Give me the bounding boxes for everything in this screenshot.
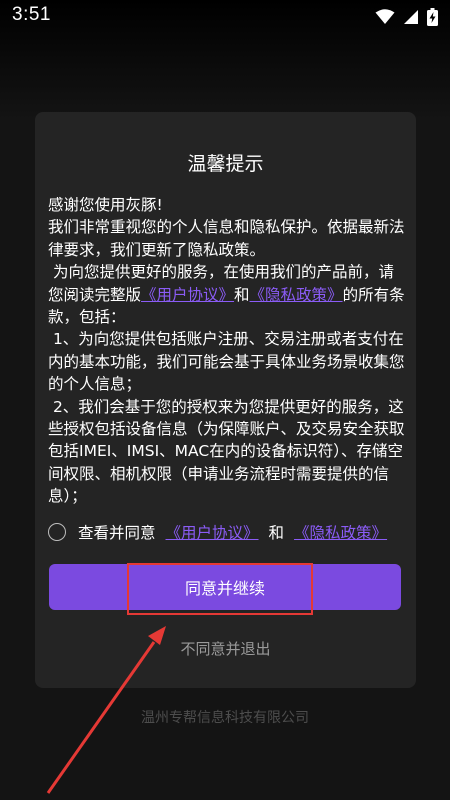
decline-exit-button[interactable]: 不同意并退出: [35, 638, 416, 659]
status-time: 3:51: [12, 4, 51, 25]
annotation-highlight-box: [127, 563, 313, 615]
agree-radio-button[interactable]: [48, 523, 66, 541]
agree-user-agreement-link[interactable]: 《用户协议》: [166, 521, 259, 543]
dialog-title: 温馨提示: [187, 153, 264, 175]
cellular-signal-icon: [403, 9, 419, 25]
agree-prefix: 查看并同意: [78, 524, 156, 542]
agree-privacy-policy-link[interactable]: 《隐私政策》: [294, 521, 387, 543]
body-text-part2: 的所有条款，包括： 1、为向您提供包括账户注册、交易注册或者支付在内的基本功能，…: [48, 285, 405, 506]
status-bar: 3:51: [0, 0, 450, 34]
agree-checkbox-row[interactable]: 查看并同意 《用户协议》 和 《隐私政策》: [48, 517, 387, 547]
status-icons: [375, 6, 438, 28]
body-text-and: 和: [234, 285, 250, 304]
agree-and: 和: [268, 524, 285, 542]
wifi-icon: [375, 9, 395, 25]
company-footer: 温州专帮信息科技有限公司: [141, 710, 309, 726]
battery-charging-icon: [427, 8, 438, 26]
privacy-policy-link[interactable]: 《隐私政策》: [250, 286, 343, 304]
user-agreement-link[interactable]: 《用户协议》: [141, 286, 234, 304]
dialog-body-text[interactable]: 感谢您使用灰豚! 我们非常重视您的个人信息和隐私保护。依据最新法律要求，我们更新…: [48, 194, 406, 506]
screen: 3:51 温馨提示 感谢您使用灰豚! 我们非常重视您的个人信息和隐私保护。依据最…: [0, 0, 450, 800]
